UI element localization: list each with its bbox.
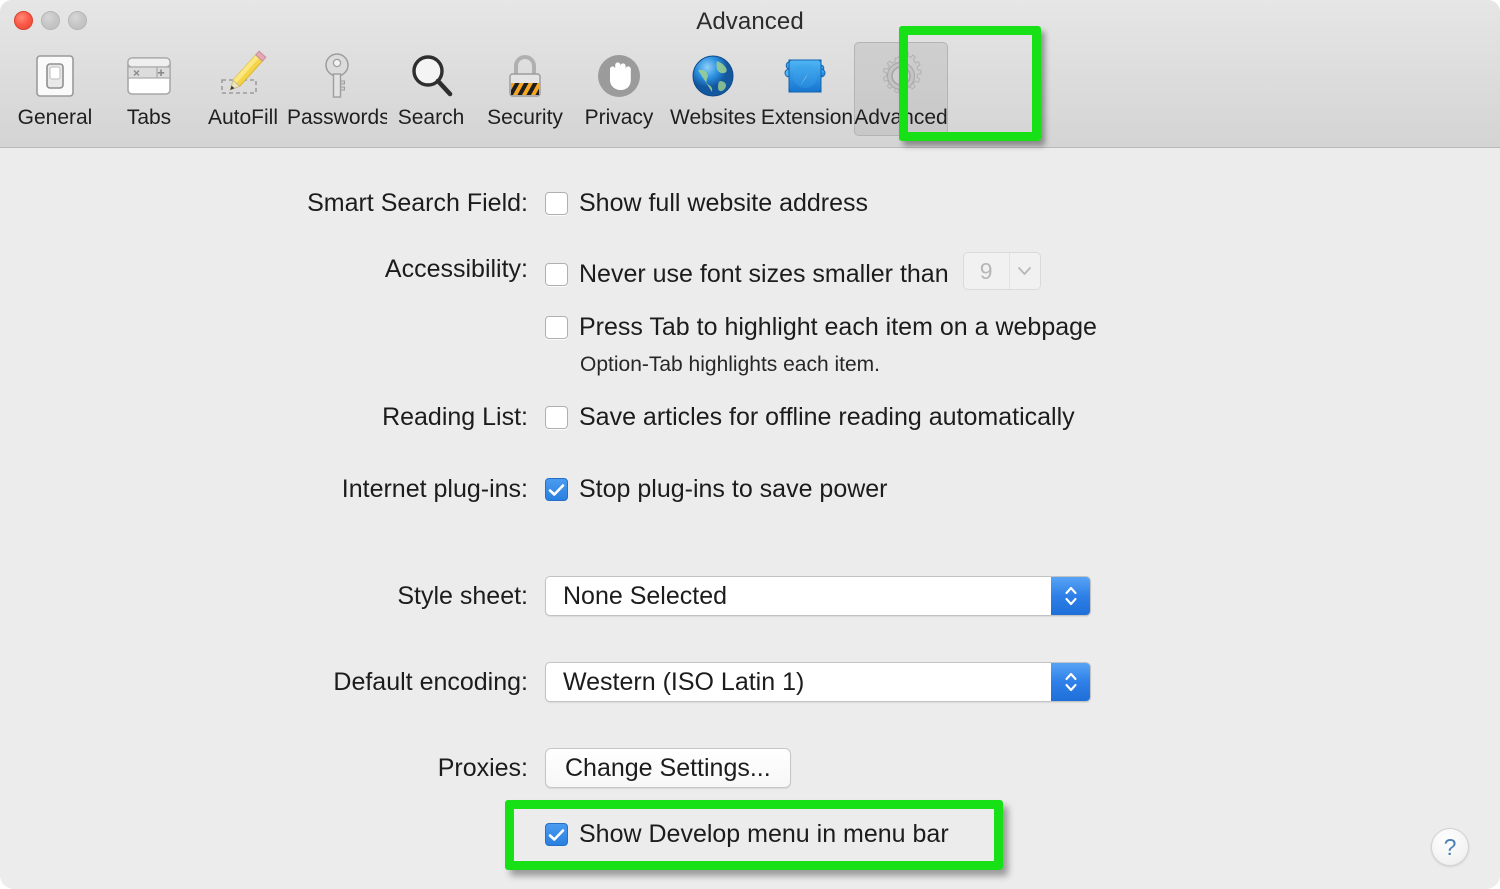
autofill-icon	[212, 47, 274, 105]
updown-chevron-icon[interactable]	[1051, 577, 1090, 615]
window-titlebar: Advanced General Tabs AutoFill Passwords…	[0, 0, 1500, 148]
minimum-font-size-select[interactable]: 9	[962, 252, 1041, 290]
style-sheet-value: None Selected	[563, 581, 728, 610]
tab-tabs[interactable]: Tabs	[102, 42, 196, 136]
change-settings-button[interactable]: Change Settings...	[545, 748, 791, 788]
page-title: Advanced	[696, 8, 804, 35]
row-style-sheet: Style sheet: None Selected	[0, 576, 1300, 616]
tab-websites[interactable]: Websites	[666, 42, 760, 136]
style-sheet-select[interactable]: None Selected	[545, 576, 1091, 616]
save-articles-offline-checkbox[interactable]	[545, 406, 568, 429]
row-accessibility: Accessibility: Never use font sizes smal…	[0, 252, 1300, 377]
save-articles-row[interactable]: Save articles for offline reading automa…	[545, 403, 1075, 432]
tab-search-label: Search	[397, 106, 465, 129]
puzzle-icon	[776, 47, 838, 105]
reading-list-label: Reading List:	[382, 403, 528, 431]
show-full-address-row[interactable]: Show full website address	[545, 189, 868, 218]
accessibility-label: Accessibility:	[384, 255, 528, 283]
never-use-font-sizes-label: Never use font sizes smaller than	[579, 259, 949, 288]
updown-chevron-icon[interactable]	[1051, 663, 1090, 701]
proxies-label: Proxies:	[437, 753, 528, 782]
press-tab-highlight-label: Press Tab to highlight each item on a we…	[579, 313, 1097, 341]
style-sheet-label: Style sheet:	[397, 581, 528, 610]
smart-search-label: Smart Search Field:	[307, 189, 528, 217]
tab-general[interactable]: General	[8, 42, 102, 136]
chevron-down-icon	[1008, 253, 1040, 289]
show-develop-menu-label: Show Develop menu in menu bar	[579, 820, 949, 848]
magnifier-icon	[400, 47, 462, 105]
minimum-font-size-value: 9	[979, 257, 993, 284]
tabs-icon	[118, 47, 180, 105]
tab-search[interactable]: Search	[384, 42, 478, 136]
hand-icon	[588, 47, 650, 105]
preferences-toolbar: General Tabs AutoFill Passwords Search S…	[8, 42, 948, 136]
never-use-font-sizes-checkbox[interactable]	[545, 262, 568, 286]
row-develop-menu: Show Develop menu in menu bar	[545, 820, 949, 849]
preferences-window: Advanced General Tabs AutoFill Passwords…	[0, 0, 1500, 889]
stop-plugins-save-power-label: Stop plug-ins to save power	[579, 475, 888, 503]
key-icon	[306, 47, 368, 105]
internet-plugins-label: Internet plug-ins:	[341, 475, 528, 503]
tab-extensions[interactable]: Extension	[760, 42, 854, 136]
help-button[interactable]: ?	[1431, 828, 1469, 866]
show-full-website-address-checkbox[interactable]	[545, 192, 568, 215]
tab-extensions-label: Extension	[760, 106, 854, 129]
tab-passwords-label: Passwords	[287, 106, 387, 129]
advanced-settings-pane: Smart Search Field: Show full website ad…	[0, 148, 1500, 889]
tab-passwords[interactable]: Passwords	[287, 42, 387, 136]
tab-tabs-label: Tabs	[126, 106, 172, 129]
show-full-website-address-label: Show full website address	[579, 189, 869, 217]
tab-advanced[interactable]: Advanced	[854, 42, 948, 136]
default-encoding-value: Western (ISO Latin 1)	[563, 667, 805, 696]
row-smart-search-field: Smart Search Field: Show full website ad…	[0, 189, 1240, 218]
default-encoding-label: Default encoding:	[333, 667, 528, 696]
tab-websites-label: Websites	[670, 106, 756, 129]
tab-advanced-label: Advanced	[854, 106, 948, 129]
row-internet-plugins: Internet plug-ins: Stop plug-ins to save…	[0, 475, 1300, 504]
padlock-icon	[494, 47, 556, 105]
option-tab-hint: Option-Tab highlights each item.	[580, 353, 880, 376]
press-tab-highlight-checkbox[interactable]	[545, 316, 568, 339]
row-proxies: Proxies: Change Settings...	[0, 748, 1300, 788]
tab-privacy[interactable]: Privacy	[572, 42, 666, 136]
tab-security[interactable]: Security	[478, 42, 572, 136]
tab-autofill[interactable]: AutoFill	[196, 42, 290, 136]
tab-security-label: Security	[487, 106, 563, 129]
show-develop-menu-row[interactable]: Show Develop menu in menu bar	[545, 820, 949, 849]
row-reading-list: Reading List: Save articles for offline …	[0, 403, 1300, 432]
stop-plugins-row[interactable]: Stop plug-ins to save power	[545, 475, 888, 504]
general-icon	[24, 47, 86, 105]
tab-privacy-label: Privacy	[584, 106, 654, 129]
gear-icon	[870, 47, 932, 105]
save-articles-offline-label: Save articles for offline reading automa…	[579, 403, 1075, 431]
tab-general-label: General	[17, 106, 93, 129]
show-develop-menu-checkbox[interactable]	[545, 823, 568, 846]
stop-plugins-save-power-checkbox[interactable]	[545, 478, 568, 501]
globe-icon	[682, 47, 744, 105]
min-font-size-row[interactable]: Never use font sizes smaller than 9	[545, 252, 1097, 293]
tab-autofill-label: AutoFill	[207, 106, 279, 129]
default-encoding-select[interactable]: Western (ISO Latin 1)	[545, 662, 1091, 702]
row-default-encoding: Default encoding: Western (ISO Latin 1)	[0, 662, 1300, 702]
press-tab-row[interactable]: Press Tab to highlight each item on a we…	[545, 313, 1097, 342]
